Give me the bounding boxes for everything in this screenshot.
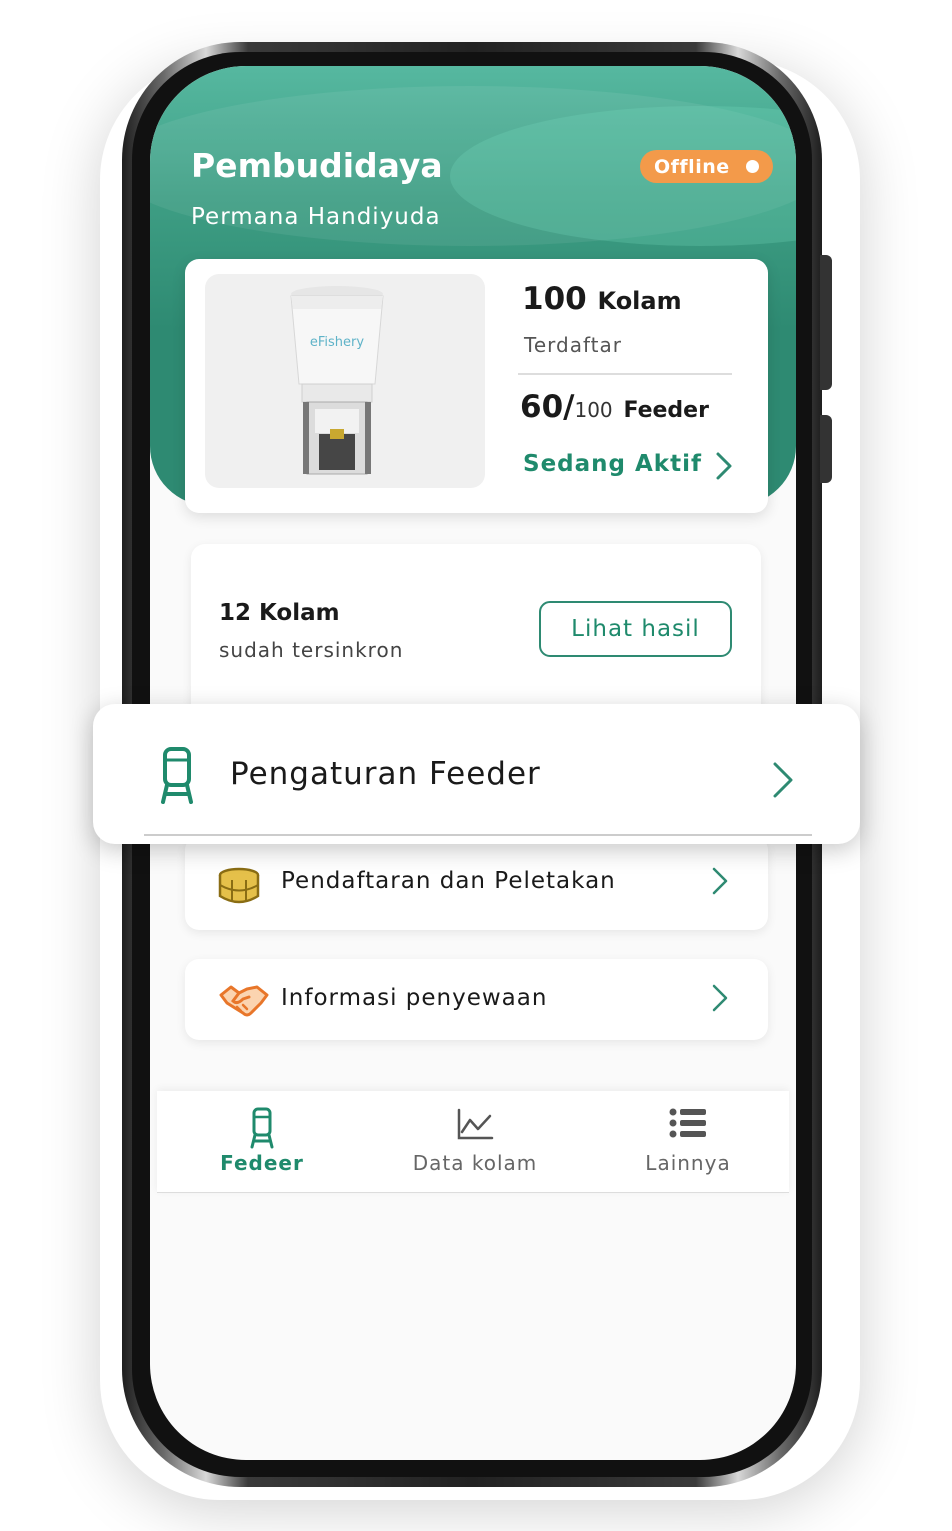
menu-item-label: Pengaturan Feeder [230, 756, 541, 792]
tab-lainnya[interactable]: Lainnya [583, 1091, 793, 1193]
handshake-icon [219, 985, 269, 1017]
view-results-button[interactable]: Lihat hasil [539, 601, 732, 657]
menu-item-label: Pendaftaran dan Peletakan [281, 868, 616, 894]
chevron-right-icon [712, 984, 728, 1012]
user-name: Permana Handiyuda [191, 204, 441, 230]
tab-label: Data kolam [412, 1151, 538, 1175]
feeder-count: 60/100 Feeder [520, 389, 709, 425]
feeder-icon [250, 1107, 274, 1149]
feeder-image: eFishery [205, 274, 485, 488]
tab-feeder[interactable]: Fedeer [157, 1091, 367, 1193]
page-title: Pembudidaya [191, 146, 443, 185]
menu-item-feeder-settings[interactable]: Pengaturan Feeder [93, 704, 860, 844]
volume-button [820, 255, 832, 390]
tab-data-kolam[interactable]: Data kolam [370, 1091, 580, 1193]
kolam-count: 100 Kolam [522, 281, 682, 317]
feeder-icon [161, 747, 193, 804]
menu-item-rental-info[interactable]: Informasi penyewaan [185, 959, 768, 1040]
chevron-right-icon[interactable] [715, 451, 733, 481]
tab-label: Fedeer [220, 1151, 304, 1175]
chevron-right-icon [773, 762, 793, 798]
sync-count: 12 Kolam [219, 600, 340, 626]
menu-item-label: Informasi penyewaan [281, 985, 548, 1011]
menu-item-registration[interactable]: Pendaftaran dan Peletakan [185, 836, 768, 930]
status-badge-label: Offline [654, 155, 730, 178]
chevron-right-icon [712, 867, 728, 895]
active-feeder-link[interactable]: Sedang Aktif [523, 451, 702, 477]
power-button [820, 415, 832, 483]
divider [518, 373, 732, 375]
chart-line-icon [457, 1108, 494, 1140]
bottom-nav: Fedeer Data kolam Lainnya [157, 1091, 789, 1193]
kolam-label: Terdaftar [524, 333, 622, 357]
feeder-brand-label: eFishery [310, 335, 364, 350]
summary-card: eFishery 100 Kolam Terdaftar 60/100 Feed… [185, 259, 768, 513]
pond-icon [218, 867, 260, 904]
status-dot-icon [746, 160, 759, 173]
divider [144, 834, 812, 836]
sync-label: sudah tersinkron [219, 638, 404, 662]
status-badge: Offline [640, 150, 773, 183]
list-icon [669, 1108, 706, 1138]
feeder-device-illustration: eFishery [290, 286, 384, 475]
tab-label: Lainnya [645, 1151, 731, 1175]
